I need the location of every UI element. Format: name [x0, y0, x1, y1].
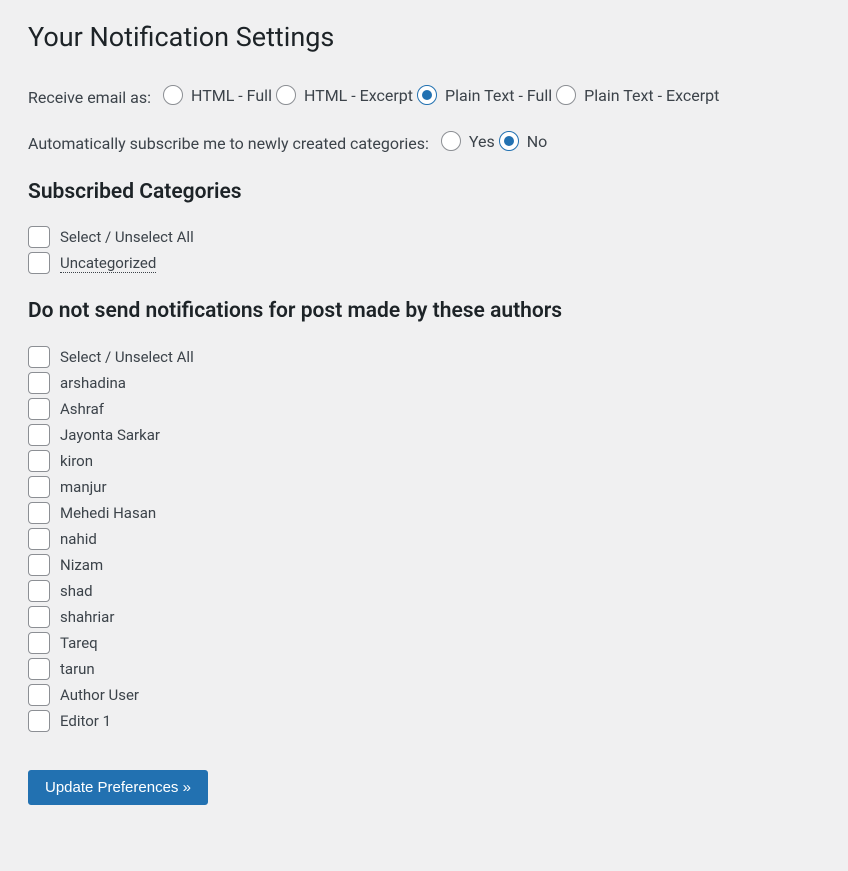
author-label[interactable]: arshadina	[60, 374, 126, 392]
author-item: tarun	[28, 658, 820, 680]
exclude-authors-list: Select / Unselect All arshadina Ashraf Jay…	[28, 346, 820, 732]
author-item: kiron	[28, 450, 820, 472]
auto-subscribe-option: No	[499, 131, 548, 151]
email-format-label: Receive email as:	[28, 88, 151, 107]
author-label[interactable]: Ashraf	[60, 400, 104, 418]
author-label[interactable]: manjur	[60, 478, 107, 496]
author-item: Jayonta Sarkar	[28, 424, 820, 446]
email-format-radio[interactable]	[417, 85, 437, 105]
categories-select-all-label[interactable]: Select / Unselect All	[60, 228, 194, 246]
author-checkbox[interactable]	[28, 658, 50, 680]
authors-select-all-label[interactable]: Select / Unselect All	[60, 348, 194, 366]
email-format-option-label[interactable]: Plain Text - Excerpt	[584, 86, 719, 105]
author-label[interactable]: Tareq	[60, 634, 98, 652]
auto-subscribe-option-label[interactable]: No	[527, 132, 548, 151]
author-checkbox[interactable]	[28, 528, 50, 550]
author-item: Mehedi Hasan	[28, 502, 820, 524]
auto-subscribe-label: Automatically subscribe me to newly crea…	[28, 134, 429, 153]
author-label[interactable]: Author User	[60, 686, 139, 704]
author-item: Tareq	[28, 632, 820, 654]
email-format-row: Receive email as: HTML - Full HTML - Exce…	[28, 85, 820, 109]
author-label[interactable]: tarun	[60, 660, 95, 678]
submit-area: Update Preferences »	[28, 770, 820, 805]
author-item: shad	[28, 580, 820, 602]
email-format-radio[interactable]	[163, 85, 183, 105]
email-format-option-label[interactable]: HTML - Excerpt	[304, 86, 413, 105]
exclude-authors-heading: Do not send notifications for post made …	[28, 298, 820, 325]
category-item: Uncategorized	[28, 252, 820, 274]
author-label[interactable]: Mehedi Hasan	[60, 504, 156, 522]
author-item: shahriar	[28, 606, 820, 628]
author-item: arshadina	[28, 372, 820, 394]
author-checkbox[interactable]	[28, 606, 50, 628]
auto-subscribe-option: Yes	[441, 131, 495, 151]
author-item: Editor 1	[28, 710, 820, 732]
author-checkbox[interactable]	[28, 450, 50, 472]
author-label[interactable]: nahid	[60, 530, 97, 548]
author-item: Author User	[28, 684, 820, 706]
email-format-radio[interactable]	[556, 85, 576, 105]
author-checkbox[interactable]	[28, 398, 50, 420]
page-title: Your Notification Settings	[28, 20, 820, 55]
auto-subscribe-radio[interactable]	[441, 131, 461, 151]
author-label[interactable]: kiron	[60, 452, 93, 470]
author-label[interactable]: shad	[60, 582, 93, 600]
author-checkbox[interactable]	[28, 710, 50, 732]
author-label[interactable]: shahriar	[60, 608, 114, 626]
email-format-option: Plain Text - Full	[417, 85, 552, 105]
email-format-radio[interactable]	[276, 85, 296, 105]
author-checkbox[interactable]	[28, 580, 50, 602]
category-label[interactable]: Uncategorized	[60, 254, 156, 272]
subscribed-categories-heading: Subscribed Categories	[28, 179, 820, 206]
author-checkbox[interactable]	[28, 632, 50, 654]
update-preferences-button[interactable]: Update Preferences »	[28, 770, 208, 805]
email-format-option-label[interactable]: HTML - Full	[191, 86, 272, 105]
categories-select-all-checkbox[interactable]	[28, 226, 50, 248]
authors-select-all: Select / Unselect All	[28, 346, 820, 368]
author-checkbox[interactable]	[28, 502, 50, 524]
subscribed-categories-list: Select / Unselect All Uncategorized	[28, 226, 820, 274]
email-format-option: Plain Text - Excerpt	[556, 85, 719, 105]
categories-select-all: Select / Unselect All	[28, 226, 820, 248]
auto-subscribe-option-label[interactable]: Yes	[469, 132, 495, 151]
author-item: Ashraf	[28, 398, 820, 420]
category-checkbox[interactable]	[28, 252, 50, 274]
author-item: manjur	[28, 476, 820, 498]
author-checkbox[interactable]	[28, 476, 50, 498]
author-item: Nizam	[28, 554, 820, 576]
email-format-option: HTML - Full	[163, 85, 272, 105]
authors-select-all-checkbox[interactable]	[28, 346, 50, 368]
author-checkbox[interactable]	[28, 372, 50, 394]
author-checkbox[interactable]	[28, 424, 50, 446]
author-label[interactable]: Jayonta Sarkar	[60, 426, 160, 444]
author-label[interactable]: Nizam	[60, 556, 103, 574]
auto-subscribe-radio[interactable]	[499, 131, 519, 151]
author-label[interactable]: Editor 1	[60, 712, 111, 730]
email-format-option: HTML - Excerpt	[276, 85, 413, 105]
author-item: nahid	[28, 528, 820, 550]
auto-subscribe-row: Automatically subscribe me to newly crea…	[28, 131, 820, 155]
email-format-option-label[interactable]: Plain Text - Full	[445, 86, 552, 105]
author-checkbox[interactable]	[28, 554, 50, 576]
author-checkbox[interactable]	[28, 684, 50, 706]
